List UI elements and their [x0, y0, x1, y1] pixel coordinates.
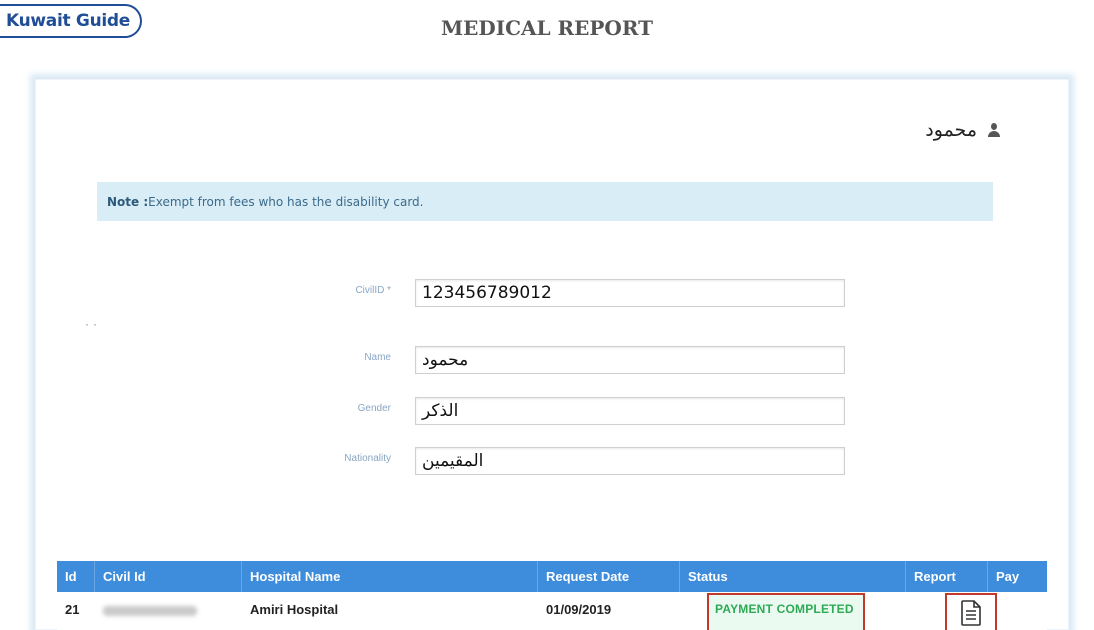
- cell-hospital-name: Amiri Hospital: [250, 602, 339, 617]
- header-request-date: Request Date: [538, 561, 680, 592]
- header-id: Id: [57, 561, 95, 592]
- cell-request-date: 01/09/2019: [546, 602, 612, 617]
- user-info: محمود: [925, 119, 1001, 141]
- document-icon: [961, 600, 981, 626]
- header-report: Report: [906, 561, 988, 592]
- report-button[interactable]: [945, 593, 997, 630]
- note-alert: Note : Exempt from fees who has the disab…: [97, 182, 993, 221]
- name-input[interactable]: محمود: [415, 346, 845, 374]
- user-icon: [987, 123, 1001, 137]
- table-row: 21 Amiri Hospital 01/09/2019 PAYMENT COM…: [57, 592, 1047, 630]
- note-label: Note :: [107, 194, 149, 209]
- decorative-dots: ··: [85, 317, 101, 331]
- gender-label: Gender: [357, 403, 391, 414]
- header-pay: Pay: [996, 569, 1020, 584]
- cell-civil-id-redacted: [95, 592, 197, 628]
- name-label: Name: [364, 352, 391, 363]
- status-highlight: PAYMENT COMPLETED: [707, 593, 865, 630]
- header-hospital-name: Hospital Name: [242, 561, 538, 592]
- report-panel: محمود Note : Exempt from fees who has the…: [34, 78, 1070, 630]
- gender-input[interactable]: الذكر: [415, 397, 845, 425]
- cell-id: 21: [65, 602, 80, 617]
- table-header: Id Civil Id Hospital Name Request Date S…: [57, 561, 1047, 592]
- note-text: Exempt from fees who has the disability …: [148, 194, 424, 209]
- nationality-input[interactable]: المقيمين: [415, 447, 845, 475]
- civil-id-input[interactable]: 123456789012: [415, 279, 845, 307]
- status-badge: PAYMENT COMPLETED: [715, 602, 854, 616]
- civil-id-label: CivilID *: [355, 285, 391, 296]
- user-name: محمود: [925, 119, 977, 141]
- header-status: Status: [680, 561, 906, 592]
- page-title: MEDICAL REPORT: [440, 16, 654, 40]
- nationality-label: Nationality: [344, 453, 391, 464]
- header-civil-id: Civil Id: [95, 561, 242, 592]
